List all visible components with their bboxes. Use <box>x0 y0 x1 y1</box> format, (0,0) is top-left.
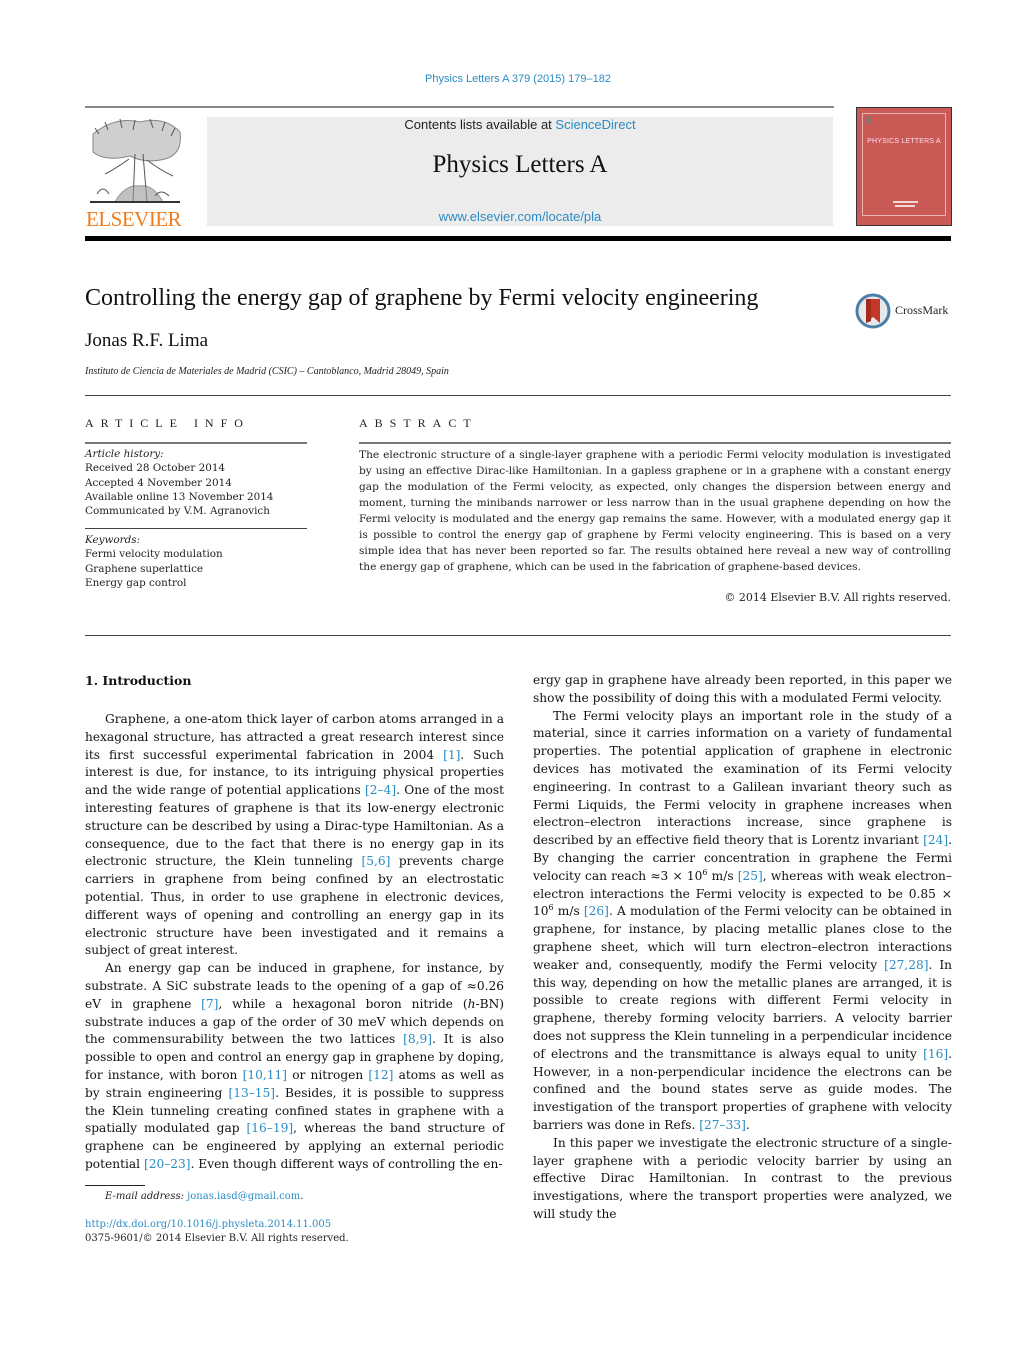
history-accepted: Accepted 4 November 2014 <box>85 476 232 489</box>
cover-text-line <box>895 205 915 207</box>
elsevier-wordmark: ELSEVIER <box>86 207 182 231</box>
masthead-rule <box>85 236 951 241</box>
author-name: Jonas R.F. Lima <box>85 330 209 351</box>
citation-link[interactable]: [8,9] <box>403 1032 432 1046</box>
keyword-item: Fermi velocity modulation <box>85 548 223 561</box>
crossmark-label: CrossMark <box>895 303 949 317</box>
body-paragraph: An energy gap can be induced in graphene… <box>85 961 504 1171</box>
body-column-left: Graphene, a one-atom thick layer of carb… <box>85 711 504 1174</box>
history-online: Available online 13 November 2014 <box>85 490 274 503</box>
email-label: E-mail address: <box>105 1191 184 1202</box>
crossmark-button[interactable]: CrossMark <box>855 293 955 331</box>
journal-url-link[interactable]: www.elsevier.com/locate/pla <box>207 209 833 224</box>
citation-link[interactable]: [12] <box>368 1068 393 1082</box>
superscript: 6 <box>548 903 554 913</box>
keywords-block: Keywords: Fermi velocity modulation Grap… <box>85 533 315 590</box>
citation-link[interactable]: [27–33] <box>699 1118 746 1132</box>
keyword-item: Energy gap control <box>85 576 187 589</box>
email-suffix: . <box>300 1191 304 1202</box>
issn-copyright: 0375-9601/© 2014 Elsevier B.V. All right… <box>85 1233 349 1244</box>
contents-line: Contents lists available at ScienceDirec… <box>207 117 833 132</box>
citation-link[interactable]: [10,11] <box>243 1068 287 1082</box>
citation-link[interactable]: [2–4] <box>365 783 396 797</box>
citation-link[interactable]: [16–19] <box>247 1121 294 1135</box>
section-rule <box>85 395 951 396</box>
superscript: 6 <box>702 867 708 877</box>
body-column-right: ergy gap in graphene have already been r… <box>533 672 952 1224</box>
keyword-item: Graphene superlattice <box>85 562 204 575</box>
crossmark-icon <box>855 293 891 329</box>
journal-cover-image: PHYSICS LETTERS A <box>856 107 952 226</box>
body-rule <box>85 635 951 636</box>
journal-reference-link[interactable]: Physics Letters A 379 (2015) 179–182 <box>0 73 1020 85</box>
footnote-rule <box>85 1185 145 1186</box>
cover-text-line <box>893 201 918 203</box>
author-affiliation: Instituto de Ciencia de Materiales de Ma… <box>85 366 449 377</box>
keywords-rule <box>85 528 307 529</box>
citation-link[interactable]: [5,6] <box>361 854 390 868</box>
abstract-copyright: © 2014 Elsevier B.V. All rights reserved… <box>724 591 951 604</box>
journal-title: Physics Letters A <box>432 151 608 178</box>
doi-link[interactable]: http://dx.doi.org/10.1016/j.physleta.201… <box>85 1219 331 1230</box>
citation-link[interactable]: [20–23] <box>144 1157 191 1171</box>
body-paragraph: In this paper we investigate the electro… <box>533 1135 952 1221</box>
italic-text: h <box>467 996 476 1011</box>
cover-badge <box>865 116 871 124</box>
body-paragraph: ergy gap in graphene have already been r… <box>533 673 952 705</box>
citation-link[interactable]: [13–15] <box>228 1086 275 1100</box>
keywords-label: Keywords: <box>85 534 141 546</box>
body-paragraph: Graphene, a one-atom thick layer of carb… <box>85 712 505 958</box>
cover-title: PHYSICS LETTERS A <box>867 138 941 145</box>
contents-prefix: Contents lists available at <box>404 117 556 132</box>
citation-link[interactable]: [1] <box>443 748 460 762</box>
citation-link[interactable]: [16] <box>923 1047 948 1061</box>
abstract-rule <box>359 442 951 444</box>
article-info-rule <box>85 442 307 444</box>
email-footnote: E-mail address: jonas.iasd@gmail.com. <box>105 1191 303 1202</box>
article-title: Controlling the energy gap of graphene b… <box>85 285 759 311</box>
history-communicated: Communicated by V.M. Agranovich <box>85 505 270 518</box>
section-heading-introduction: 1. Introduction <box>85 673 192 688</box>
sciencedirect-link[interactable]: ScienceDirect <box>555 117 635 132</box>
abstract-text: The electronic structure of a single-lay… <box>359 449 951 573</box>
email-link[interactable]: jonas.iasd@gmail.com <box>187 1191 300 1202</box>
citation-link[interactable]: [24] <box>923 833 948 847</box>
citation-link[interactable]: [27,28] <box>884 958 928 972</box>
abstract-heading: ABSTRACT <box>359 416 478 430</box>
header-rule <box>85 106 834 108</box>
citation-link[interactable]: [7] <box>201 997 218 1011</box>
journal-masthead: Contents lists available at ScienceDirec… <box>207 117 833 226</box>
citation-link[interactable]: [25] <box>738 869 763 883</box>
body-paragraph: The Fermi velocity plays an important ro… <box>533 708 952 1132</box>
cover-frame: PHYSICS LETTERS A <box>862 113 946 216</box>
article-info-heading: ARTICLE INFO <box>85 416 250 430</box>
history-received: Received 28 October 2014 <box>85 462 226 475</box>
article-history-label: Article history: <box>85 448 164 460</box>
article-history: Article history: Received 28 October 201… <box>85 447 315 518</box>
citation-link[interactable]: [26] <box>584 904 609 918</box>
